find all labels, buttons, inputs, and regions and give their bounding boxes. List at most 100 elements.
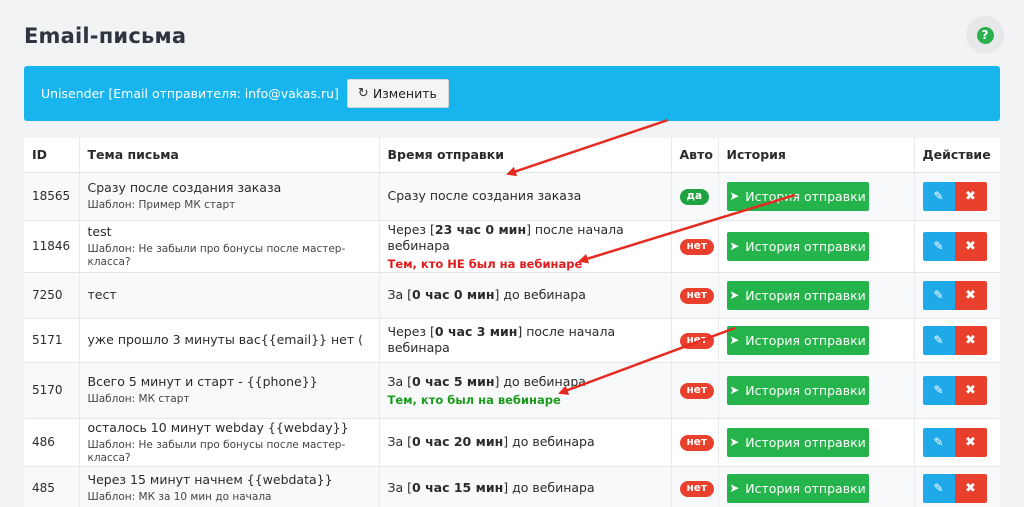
send-history-button[interactable]: ➤ История отправки <box>726 280 869 310</box>
edit-button[interactable]: ✎ <box>922 231 955 261</box>
email-subject: Сразу после создания заказа <box>87 180 282 195</box>
subject-cell: Сразу после создания заказа Шаблон: Приме… <box>79 172 380 221</box>
pencil-icon: ✎ <box>933 239 944 253</box>
delete-button[interactable]: ✖ <box>954 181 987 211</box>
subject-cell: осталось 10 минут webday {{webday}} Шабло… <box>79 418 380 467</box>
paper-plane-icon: ➤ <box>729 383 740 397</box>
action-cell: ✎ ✖ <box>914 362 1000 419</box>
close-icon: ✖ <box>965 287 976 303</box>
email-subject: тест <box>87 287 117 302</box>
email-subject: уже прошло 3 минуты вас{{email}} нет ( <box>87 332 363 347</box>
history-cell: ➤ История отправки <box>718 318 915 363</box>
auto-badge: да <box>679 188 710 205</box>
time-cell: За [0 час 5 мин] до вебинара Тем, кто был… <box>379 362 672 419</box>
time-cell: За [0 час 20 мин] до вебинара <box>379 418 672 467</box>
header-subject: Тема письма <box>79 138 380 173</box>
delete-button[interactable]: ✖ <box>954 473 987 503</box>
delete-button[interactable]: ✖ <box>954 427 987 457</box>
send-history-label: История отправки <box>745 434 866 450</box>
send-time-value: 23 час 0 мин <box>434 221 527 237</box>
close-icon: ✖ <box>965 480 976 496</box>
send-time-suffix: ] до вебинара <box>494 373 586 389</box>
close-icon: ✖ <box>965 238 976 254</box>
send-time: За [0 час 15 мин] до вебинара <box>388 480 663 496</box>
email-id: 5171 <box>24 318 80 363</box>
time-cell: Сразу после создания заказа <box>379 172 672 221</box>
time-cell: За [0 час 15 мин] до вебинара <box>379 466 672 507</box>
action-cell: ✎ ✖ <box>914 418 1000 467</box>
send-history-label: История отправки <box>745 238 866 254</box>
header-action: Действие <box>914 138 1000 173</box>
audience-segment: Тем, кто НЕ был на вебинаре <box>387 256 583 271</box>
edit-button[interactable]: ✎ <box>922 427 955 457</box>
pencil-icon: ✎ <box>933 333 944 347</box>
auto-badge: нет <box>679 287 714 304</box>
send-time-prefix: За [ <box>387 287 413 302</box>
change-button-label: Изменить <box>372 86 437 101</box>
send-time-prefix: Сразу после создания заказа <box>387 188 582 203</box>
table-row: 486 осталось 10 минут webday {{webday}} Ша… <box>24 418 1000 467</box>
delete-button[interactable]: ✖ <box>954 280 987 310</box>
auto-badge: нет <box>679 332 714 349</box>
send-history-button[interactable]: ➤ История отправки <box>726 427 869 457</box>
emails-table: ID Тема письма Время отправки Авто Истор… <box>24 138 1000 507</box>
send-history-button[interactable]: ➤ История отправки <box>726 375 869 405</box>
close-icon: ✖ <box>965 434 976 450</box>
delete-button[interactable]: ✖ <box>954 231 987 261</box>
send-time-value: 0 час 3 мин <box>434 324 518 339</box>
history-cell: ➤ История отправки <box>718 466 915 507</box>
close-icon: ✖ <box>965 332 976 348</box>
header-id: ID <box>24 138 80 173</box>
email-subject: test <box>87 223 112 239</box>
send-time-value: 0 час 20 мин <box>412 434 504 449</box>
auto-badge: нет <box>679 382 714 399</box>
delete-button[interactable]: ✖ <box>954 325 987 355</box>
send-time: Сразу после создания заказа <box>388 188 663 204</box>
email-id: 11846 <box>24 220 80 273</box>
pencil-icon: ✎ <box>933 288 944 302</box>
time-cell: Через [0 час 3 мин] после начала вебинар… <box>379 318 672 363</box>
send-time-value: 0 час 5 мин <box>412 373 495 389</box>
action-cell: ✎ ✖ <box>914 172 1000 221</box>
change-button[interactable]: ↻ Изменить <box>346 79 449 108</box>
email-template: Шаблон: МК за 10 мин до начала <box>87 491 272 503</box>
close-icon: ✖ <box>965 188 976 204</box>
subject-cell: уже прошло 3 минуты вас{{email}} нет ( <box>79 318 380 363</box>
edit-button[interactable]: ✎ <box>922 325 955 355</box>
history-cell: ➤ История отправки <box>718 362 915 419</box>
send-time-suffix: ] до вебинара <box>503 480 595 495</box>
send-history-button[interactable]: ➤ История отправки <box>726 181 869 211</box>
help-button[interactable]: ? <box>966 16 1004 54</box>
auto-cell: нет <box>671 220 719 273</box>
auto-badge: нет <box>679 238 714 255</box>
history-cell: ➤ История отправки <box>718 172 915 221</box>
send-time-prefix: Через [ <box>387 221 435 237</box>
auto-badge: нет <box>679 434 714 451</box>
email-id: 486 <box>24 418 80 467</box>
paper-plane-icon: ➤ <box>729 333 740 347</box>
time-cell: За [0 час 0 мин] до вебинара <box>379 272 672 319</box>
refresh-icon: ↻ <box>357 86 369 101</box>
send-history-button[interactable]: ➤ История отправки <box>726 231 869 261</box>
email-id: 18565 <box>24 172 80 221</box>
auto-cell: нет <box>671 318 719 363</box>
delete-button[interactable]: ✖ <box>954 375 987 405</box>
email-id: 7250 <box>24 272 80 319</box>
edit-button[interactable]: ✎ <box>922 473 955 503</box>
table-row: 11846 test Шаблон: Не забыли про бонусы по… <box>24 220 1000 273</box>
send-history-button[interactable]: ➤ История отправки <box>726 325 869 355</box>
auto-badge: нет <box>679 480 714 497</box>
edit-button[interactable]: ✎ <box>922 181 955 211</box>
subject-cell: test Шаблон: Не забыли про бонусы после м… <box>79 220 380 273</box>
edit-button[interactable]: ✎ <box>922 280 955 310</box>
paper-plane-icon: ➤ <box>729 435 740 449</box>
send-time: Через [23 час 0 мин] после начала вебина… <box>388 222 663 254</box>
send-history-button[interactable]: ➤ История отправки <box>726 473 869 503</box>
action-cell: ✎ ✖ <box>914 272 1000 319</box>
send-time-suffix: ] до вебинара <box>503 434 595 449</box>
send-history-label: История отправки <box>745 332 866 348</box>
table-row: 7250 тест За [0 час 0 мин] до вебинара нет ➤… <box>24 272 1000 319</box>
edit-button[interactable]: ✎ <box>922 375 955 405</box>
send-time-value: 0 час 15 мин <box>412 480 504 495</box>
auto-cell: да <box>671 172 719 221</box>
